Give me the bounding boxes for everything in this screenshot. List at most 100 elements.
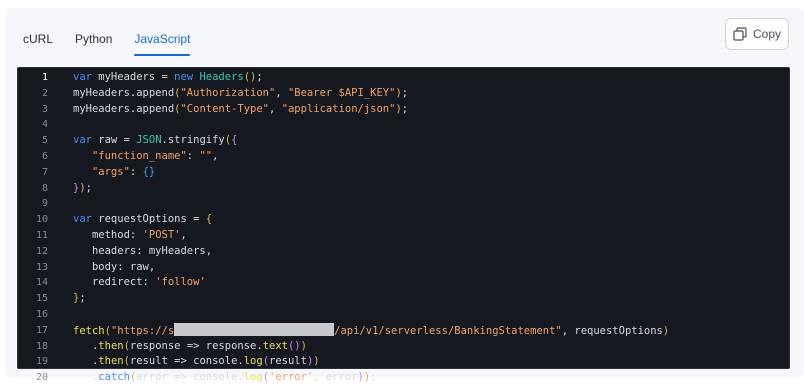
code-token: . [73, 355, 99, 368]
code-text: method: 'POST', [56, 228, 187, 244]
code-token: redirect: [73, 276, 156, 289]
copy-button[interactable]: Copy [725, 18, 789, 50]
line-number: 3 [41, 103, 48, 115]
code-text: myHeaders.append("Content-Type", "applic… [56, 102, 408, 118]
code-token: , [275, 86, 288, 99]
code-token: "Authorization" [180, 86, 276, 99]
code-token: "args" [91, 165, 130, 178]
code-token: "function_name" [91, 149, 187, 162]
code-token: then [98, 339, 124, 352]
code-line: 5 var raw = JSON.stringify({ [18, 133, 789, 149]
line-number: 7 [41, 166, 48, 178]
code-token: "Bearer $API_KEY" [287, 86, 396, 99]
code-token: ; [256, 71, 263, 83]
line-number: 5 [41, 135, 48, 147]
code-token: 'error' [269, 371, 314, 384]
code-token: body: raw, [73, 260, 156, 273]
code-token: "Content-Type" [180, 102, 269, 115]
code-line: 2 myHeaders.append("Authorization", "Bear… [18, 86, 789, 102]
code-text: fetch("https://s/api/v1/serverless/Banki… [56, 322, 670, 339]
code-token: result => console. [129, 355, 244, 368]
code-line: 4 [18, 117, 789, 133]
code-line: 7 "args": {} [18, 165, 789, 181]
code-token: { [231, 134, 238, 147]
tab-python[interactable]: Python [75, 30, 112, 56]
code-text: headers: myHeaders, [56, 244, 212, 260]
code-token: log [243, 371, 263, 384]
code-token: log [243, 355, 263, 368]
code-token: { [205, 213, 213, 226]
code-token: . [73, 339, 99, 352]
code-token: var [73, 71, 92, 83]
code-token: () [243, 71, 257, 83]
code-token: ) [662, 324, 670, 337]
line-number: 12 [35, 245, 48, 257]
line-number: 19 [35, 356, 48, 368]
code-line: 18 .then(response => response.text()) [18, 339, 789, 355]
line-number: 4 [41, 119, 48, 131]
code-line: 1 var myHeaders = new Headers(); [18, 70, 789, 86]
code-line: 9 [18, 196, 789, 212]
code-token: text [262, 339, 288, 352]
code-token: ; [401, 102, 409, 115]
code-line: 17 fetch("https://s/api/v1/serverless/Ban… [18, 322, 789, 339]
code-token: : [129, 165, 143, 178]
code-token: response => response. [129, 339, 263, 352]
code-text: .then(result => console.log(result)) [56, 354, 320, 370]
line-number: 9 [41, 198, 48, 210]
code-token: ; [401, 86, 409, 99]
code-token: . [73, 371, 99, 384]
code-text: myHeaders.append("Authorization", "Beare… [56, 86, 408, 102]
line-number: 1 [41, 72, 48, 83]
code-text: "function_name": "", [56, 149, 218, 165]
line-number: 18 [35, 340, 48, 352]
tab-javascript[interactable]: JavaScript [134, 30, 191, 56]
code-text: var requestOptions = { [56, 212, 212, 228]
code-token: ) [300, 339, 307, 352]
code-token: myHeaders.append [73, 102, 175, 115]
code-token: "https://s [110, 324, 175, 337]
code-token: catch [98, 371, 130, 384]
code-token: , error [313, 371, 358, 384]
line-number: 13 [35, 261, 48, 273]
code-token: ; [79, 292, 86, 305]
code-line: 3 myHeaders.append("Content-Type", "appli… [18, 102, 789, 118]
line-number: 2 [41, 87, 48, 99]
code-token: ; [85, 181, 92, 194]
code-token: headers: myHeaders, [73, 244, 213, 257]
code-token: Headers [199, 71, 244, 83]
code-token: method: [73, 228, 143, 241]
code-line: 16 [18, 307, 789, 323]
code-token: stringify [167, 134, 225, 147]
code-text: "args": {} [56, 165, 155, 181]
code-token: , [269, 102, 282, 115]
code-line: 19 .then(result => console.log(result)) [18, 354, 789, 370]
language-tabs: cURL Python JavaScript [23, 30, 212, 56]
code-token: : [186, 149, 200, 162]
line-number: 16 [35, 308, 48, 320]
tab-curl[interactable]: cURL [23, 30, 53, 56]
code-token: var [73, 213, 92, 226]
code-token: , [180, 228, 187, 241]
code-token: 'POST' [142, 228, 181, 241]
code-token: {} [142, 165, 156, 178]
code-token: result [269, 355, 307, 368]
line-number: 11 [35, 229, 48, 241]
code-text: .catch(error => console.log('error', err… [56, 370, 377, 386]
code-line: 14 redirect: 'follow' [18, 275, 789, 291]
code-token: myHeaders.append [73, 86, 175, 99]
code-block[interactable]: 1 var myHeaders = new Headers(); 2 myHeader… [17, 67, 790, 383]
line-number: 8 [41, 182, 48, 194]
code-token: requestOptions = [91, 213, 206, 226]
line-number: 10 [35, 214, 48, 226]
code-token: () [287, 339, 301, 352]
code-token: raw = [91, 134, 137, 147]
line-number: 6 [41, 150, 48, 162]
code-token: var [73, 134, 92, 147]
code-line: 11 method: 'POST', [18, 228, 789, 244]
code-token: myHeaders = [91, 71, 175, 83]
code-line: 15}; [18, 291, 789, 307]
